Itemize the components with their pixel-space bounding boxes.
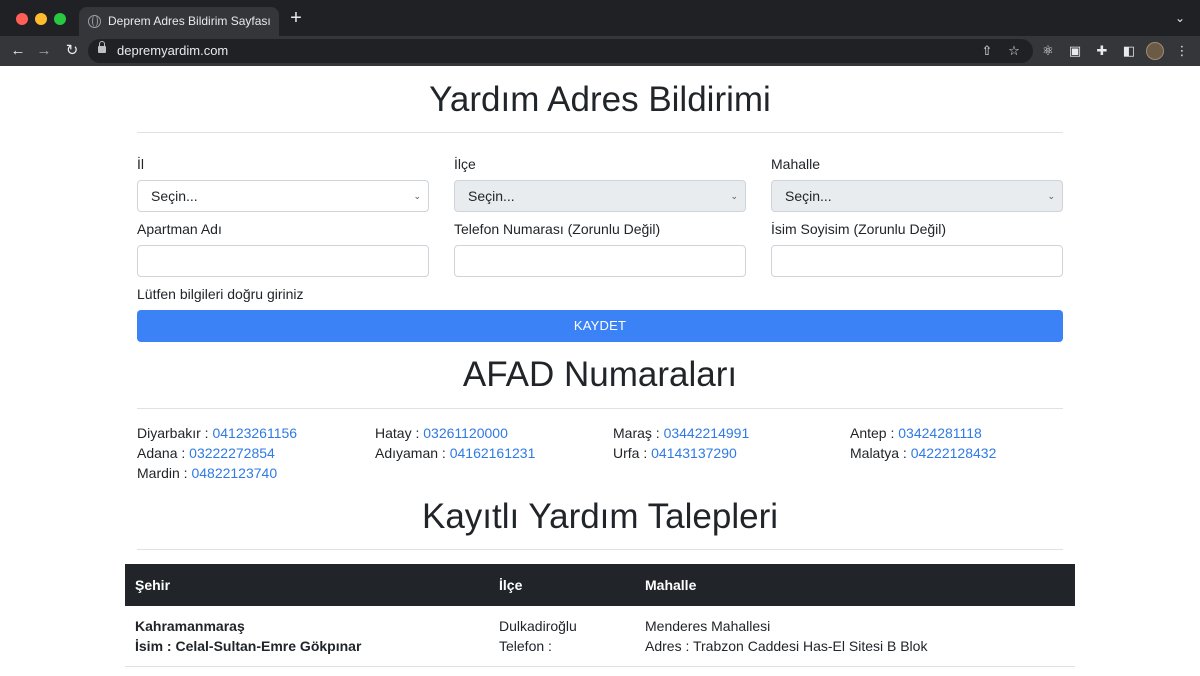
column-header-sehir: Şehir [135,577,171,593]
il-select-value: Seçin... [151,188,198,204]
afad-phone-link[interactable]: 04123261156 [212,425,297,441]
tab-title: Deprem Adres Bildirim Sayfası [108,14,271,28]
afad-item: Diyarbakır : 04123261156 [137,425,297,441]
isim-label: İsim Soyisim (Zorunlu Değil) [771,221,947,237]
row-ilce: Dulkadiroğlu [499,618,577,634]
ilce-label: İlçe [454,156,476,172]
side-panel-icon[interactable]: ◧ [1120,42,1138,60]
back-button[interactable]: ← [8,41,28,61]
afad-item: Antep : 03424281118 [850,425,982,441]
table-header: Şehir İlçe Mahalle [125,564,1075,606]
row-isim: İsim : Celal-Sultan-Emre Gökpınar [135,638,362,654]
row-telefon: Telefon : [499,638,552,654]
chevron-down-icon: ⌄ [1047,191,1055,201]
lock-icon[interactable] [98,41,106,53]
afad-phone-link[interactable]: 04822123740 [191,465,277,481]
afad-city: Antep : [850,425,895,441]
apartman-input[interactable] [137,245,429,277]
tab-bar: Deprem Adres Bildirim Sayfası ✕ + ⌄ [0,0,1200,36]
ilce-select-value: Seçin... [468,188,515,204]
afad-city: Urfa : [613,445,648,461]
react-devtools-extension-icon[interactable]: ⚛ [1039,42,1057,60]
afad-city: Diyarbakır : [137,425,209,441]
globe-icon [88,15,101,28]
row-adres: Adres : Trabzon Caddesi Has-El Sitesi B … [645,638,928,654]
new-tab-button[interactable]: + [287,8,305,28]
afad-item: Mardin : 04822123740 [137,465,277,481]
telefon-label: Telefon Numarası (Zorunlu Değil) [454,221,661,237]
afad-phone-link[interactable]: 03424281118 [898,425,982,441]
afad-phone-link[interactable]: 04162161231 [450,445,536,461]
chevron-down-icon: ⌄ [413,191,421,201]
afad-item: Malatya : 04222128432 [850,445,996,461]
divider [137,549,1063,550]
requests-title-container: Kayıtlı Yardım Talepleri [137,497,1063,537]
row-sehir: Kahramanmaraş [135,618,245,634]
form-title-container: Yardım Adres Bildirimi [137,80,1063,120]
minimize-window-button[interactable] [35,13,47,25]
divider [137,408,1063,409]
afad-title-container: AFAD Numaraları [137,355,1063,395]
tab-search-chevron-icon[interactable]: ⌄ [1172,10,1188,26]
chevron-down-icon: ⌄ [730,191,738,201]
forward-button[interactable]: → [34,41,54,61]
browser-menu-icon[interactable]: ⋮ [1173,42,1191,60]
column-header-ilce: İlçe [499,577,523,593]
maximize-window-button[interactable] [54,13,66,25]
afad-phone-link[interactable]: 04222128432 [911,445,997,461]
address-bar[interactable]: depremyardim.com ⇧ ☆ [88,39,1033,63]
browser-chrome: Deprem Adres Bildirim Sayfası ✕ + ⌄ ← → … [0,0,1200,66]
afad-city: Maraş : [613,425,660,441]
ilce-select[interactable]: Seçin... ⌄ [454,180,746,212]
afad-city: Malatya : [850,445,907,461]
divider [137,132,1063,133]
afad-item: Adana : 03222272854 [137,445,275,461]
share-icon[interactable]: ⇧ [978,42,996,60]
afad-phone-link[interactable]: 03222272854 [189,445,275,461]
page: Yardım Adres Bildirimi İl İlçe Mahalle S… [0,66,1200,676]
mahalle-select-value: Seçin... [785,188,832,204]
afad-phone-link[interactable]: 03261120000 [423,425,508,441]
afad-city: Adıyaman : [375,445,446,461]
il-label: İl [137,156,144,172]
kaydet-button[interactable]: KAYDET [137,310,1063,342]
form-hint: Lütfen bilgileri doğru giriniz [137,286,304,302]
row-divider [125,666,1075,667]
extension-icon[interactable]: ▣ [1066,42,1084,60]
browser-tab[interactable]: Deprem Adres Bildirim Sayfası ✕ [79,7,279,36]
mahalle-label: Mahalle [771,156,821,172]
afad-phone-link[interactable]: 04143137290 [651,445,737,461]
reload-button[interactable]: ↻ [62,41,82,61]
afad-item: Maraş : 03442214991 [613,425,749,441]
bookmark-star-icon[interactable]: ☆ [1005,42,1023,60]
browser-toolbar: ← → ↻ depremyardim.com ⇧ ☆ [0,36,1200,66]
il-select[interactable]: Seçin... ⌄ [137,180,429,212]
column-header-mahalle: Mahalle [645,577,697,593]
afad-city: Adana : [137,445,186,461]
close-window-button[interactable] [16,13,28,25]
extensions-puzzle-icon[interactable]: ✚ [1093,42,1111,60]
apartman-label: Apartman Adı [137,221,222,237]
profile-avatar[interactable] [1146,42,1164,60]
telefon-input[interactable] [454,245,746,277]
afad-item: Urfa : 04143137290 [613,445,737,461]
afad-item: Hatay : 03261120000 [375,425,508,441]
afad-phone-link[interactable]: 03442214991 [664,425,750,441]
url-text[interactable]: depremyardim.com [117,39,228,63]
isim-input[interactable] [771,245,1063,277]
row-mahalle: Menderes Mahallesi [645,618,771,634]
requests-title: Kayıtlı Yardım Talepleri [422,497,778,536]
afad-city: Mardin : [137,465,188,481]
afad-item: Adıyaman : 04162161231 [375,445,535,461]
mahalle-select[interactable]: Seçin... ⌄ [771,180,1063,212]
afad-title: AFAD Numaraları [462,355,738,394]
afad-city: Hatay : [375,425,420,441]
form-title: Yardım Adres Bildirimi [429,80,771,119]
